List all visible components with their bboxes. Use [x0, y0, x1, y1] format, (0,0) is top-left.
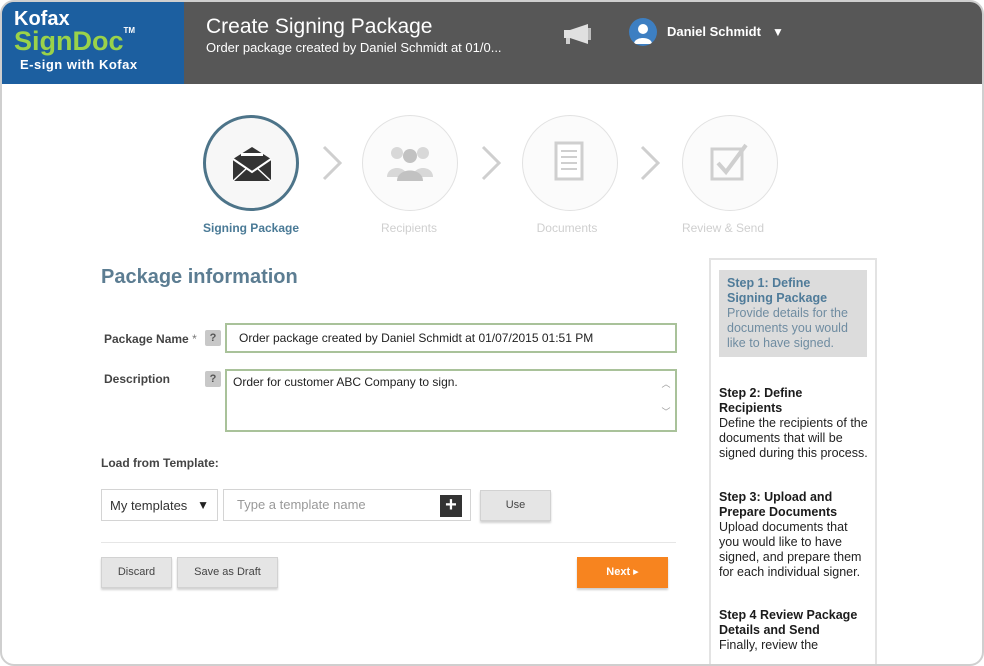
side-step-heading: Step 1: Define Signing Package	[727, 276, 828, 305]
side-step-body: Provide details for the documents you wo…	[727, 306, 848, 350]
chevron-down-icon: ▼	[197, 498, 209, 512]
side-step-body: Define the recipients of the documents t…	[719, 416, 868, 460]
people-icon	[387, 147, 433, 181]
side-step-1: Step 1: Define Signing Package Provide d…	[719, 270, 867, 357]
side-step-body: Finally, review the	[719, 638, 819, 652]
checkbox-icon	[710, 143, 748, 181]
logo-signdoc-text: SignDocTM	[14, 26, 136, 56]
kofax-signdoc-logo: Kofax SignDocTM E-sign with Kofax	[2, 2, 184, 84]
discard-button[interactable]: Discard	[101, 557, 172, 588]
step-documents[interactable]	[522, 115, 618, 211]
step-label-documents[interactable]: Documents	[507, 221, 627, 235]
user-menu-caret-icon[interactable]: ▼	[772, 25, 784, 39]
side-step-heading: Step 2: Define Recipients	[719, 386, 803, 415]
page-title: Create Signing Package	[206, 15, 433, 38]
help-icon[interactable]: ?	[205, 371, 221, 387]
step-label-recipients[interactable]: Recipients	[349, 221, 469, 235]
logo-tagline: E-sign with Kofax	[20, 57, 138, 72]
use-template-button[interactable]: Use	[480, 490, 551, 521]
description-textarea[interactable]: Order for customer ABC Company to sign. …	[225, 369, 677, 432]
package-name-label: Package Name *	[104, 332, 197, 346]
side-step-body: Upload documents that you would like to …	[719, 520, 862, 579]
add-template-plus-icon[interactable]: +	[440, 495, 462, 517]
side-step-heading: Step 4 Review Package Details and Send	[719, 608, 858, 637]
step-recipients[interactable]	[362, 115, 458, 211]
side-step-3: Step 3: Upload and Prepare Documents Upl…	[719, 490, 869, 580]
top-header: Kofax SignDocTM E-sign with Kofax Create…	[2, 2, 982, 84]
save-as-draft-button[interactable]: Save as Draft	[177, 557, 278, 588]
side-step-4: Step 4 Review Package Details and Send F…	[719, 608, 869, 653]
form-divider	[101, 542, 676, 543]
next-button[interactable]: Next ▸	[577, 557, 668, 588]
chevron-right-icon	[640, 145, 661, 181]
app-window: Kofax SignDocTM E-sign with Kofax Create…	[0, 0, 984, 666]
textarea-scrollbar[interactable]: ︿ ﹀	[661, 377, 671, 417]
steps-help-panel: Step 1: Define Signing Package Provide d…	[709, 258, 877, 664]
template-name-input[interactable]: Type a template name +	[223, 489, 471, 521]
step-label-signing-package[interactable]: Signing Package	[191, 221, 311, 235]
step-review-send[interactable]	[682, 115, 778, 211]
description-text: Order for customer ABC Company to sign.	[233, 375, 458, 389]
step-signing-package[interactable]	[203, 115, 299, 211]
template-source-select[interactable]: My templates ▼	[101, 489, 218, 521]
help-icon[interactable]: ?	[205, 330, 221, 346]
user-avatar[interactable]	[629, 18, 657, 46]
chevron-right-icon	[481, 145, 502, 181]
description-label: Description	[104, 372, 171, 386]
side-step-2: Step 2: Define Recipients Define the rec…	[719, 386, 869, 461]
step-label-review-send[interactable]: Review & Send	[663, 221, 783, 235]
document-icon	[554, 141, 584, 181]
page-subtitle: Order package created by Daniel Schmidt …	[206, 40, 502, 55]
megaphone-icon[interactable]	[562, 22, 594, 46]
template-source-value: My templates	[110, 498, 188, 513]
section-title: Package information	[101, 266, 298, 288]
user-name[interactable]: Daniel Schmidt	[667, 24, 761, 39]
package-name-input[interactable]: Order package created by Daniel Schmidt …	[225, 323, 677, 353]
envelope-icon	[232, 147, 272, 182]
user-icon	[634, 24, 652, 44]
side-step-heading: Step 3: Upload and Prepare Documents	[719, 490, 838, 519]
load-template-label: Load from Template:	[101, 456, 219, 470]
template-name-placeholder: Type a template name	[237, 497, 366, 512]
chevron-right-icon	[322, 145, 343, 181]
